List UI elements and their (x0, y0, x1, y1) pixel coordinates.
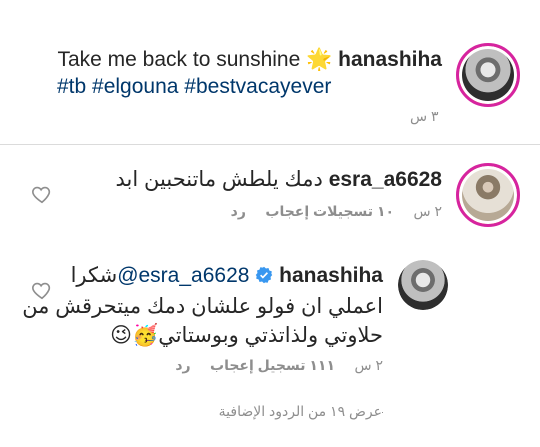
comment-line3: حلاوتي ولذاتذتي وبوستاتي🥳😉 (110, 324, 383, 347)
avatar-image (462, 169, 514, 221)
avatar-image (398, 260, 448, 310)
heart-icon[interactable] (31, 183, 53, 205)
view-more-replies[interactable]: عرض ١٩ من الردود الإضافية (0, 400, 540, 430)
caption-text: Take me back to sunshine (57, 48, 301, 71)
reply-button[interactable]: رد (175, 357, 190, 373)
reply-button[interactable]: رد (231, 203, 246, 219)
caption-hashtags[interactable]: #tb #elgouna #bestvacayever (57, 75, 331, 99)
comment-line1: شكرا@esra_a6628 hanashiha (71, 263, 383, 288)
reply-thanks: شكرا (70, 264, 118, 287)
comment-line2: اعملي ان فولو علشان دمك ميتحرقش من (22, 295, 383, 318)
comment-username[interactable]: hanashiha (279, 264, 383, 287)
heart-icon[interactable] (31, 279, 53, 301)
view-more-text[interactable]: عرض ١٩ من الردود الإضافية (212, 403, 382, 420)
comment-time: ٢ س (354, 357, 383, 373)
comment-username[interactable]: esra_a6628 (329, 168, 442, 191)
comment-esra: دمك يلطش ماتنحبين ابد esra_a6628 ٢ س ١٠ … (0, 145, 540, 240)
caption-avatar[interactable] (456, 43, 520, 107)
avatar-image (462, 49, 514, 101)
comment-meta: ٢ س ١١١ تسجيل إعجاب رد (175, 357, 383, 374)
sun-emoji: 🌟 (306, 48, 333, 71)
mention-link[interactable]: @esra_a6628 (117, 264, 249, 287)
comment-avatar[interactable] (456, 163, 520, 227)
comment-meta: ٢ س ١٠ تسجيلات إعجاب رد (231, 203, 442, 220)
caption-time: ٣ س (410, 108, 439, 124)
verified-badge-icon (256, 266, 273, 284)
post-caption: Take me back to sunshine 🌟 hanashiha #tb… (0, 0, 540, 145)
caption-line1: Take me back to sunshine 🌟 hanashiha (57, 48, 442, 72)
comment-time: ٢ س (413, 203, 442, 219)
comment-line: دمك يلطش ماتنحبين ابد esra_a6628 (116, 167, 443, 192)
comment-avatar[interactable] (398, 260, 448, 310)
comment-hanashiha: شكرا@esra_a6628 hanashiha اعملي ان فولو … (0, 250, 540, 385)
comment-text: دمك يلطش ماتنحبين ابد (115, 168, 323, 191)
caption-username[interactable]: hanashiha (338, 48, 442, 71)
likes-count[interactable]: ١٠ تسجيلات إعجاب (265, 203, 394, 219)
likes-count[interactable]: ١١١ تسجيل إعجاب (210, 357, 335, 373)
